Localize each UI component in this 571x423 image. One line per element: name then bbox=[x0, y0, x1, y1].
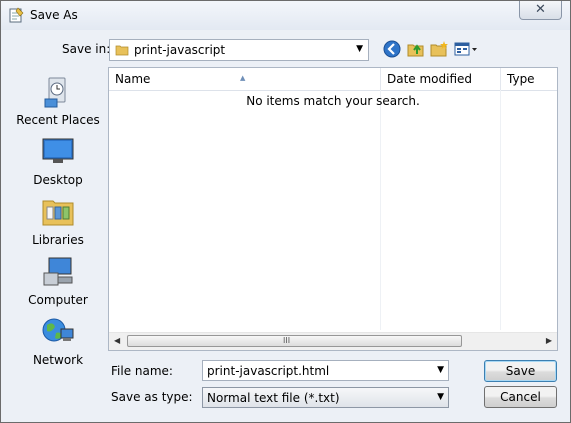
libraries-icon bbox=[42, 200, 74, 226]
scrollbar-thumb[interactable]: III bbox=[127, 335, 462, 347]
recent-places-icon bbox=[44, 77, 66, 108]
back-icon[interactable] bbox=[382, 39, 402, 59]
computer-icon bbox=[43, 257, 73, 286]
sort-ascending-icon: ▲ bbox=[240, 74, 246, 82]
save-button[interactable]: Save bbox=[484, 360, 557, 382]
chevron-down-icon: ▼ bbox=[437, 392, 444, 402]
empty-message: No items match your search. bbox=[246, 94, 420, 108]
place-network[interactable]: Network bbox=[7, 313, 109, 371]
title-bar[interactable]: Save As ✕ bbox=[1, 1, 570, 30]
file-name-label: File name: bbox=[111, 364, 173, 378]
places-bar: Recent Places Desktop Libraries Computer… bbox=[7, 67, 109, 367]
network-icon bbox=[42, 318, 74, 342]
column-header-name[interactable]: Name ▲ bbox=[109, 68, 381, 90]
column-header-date-modified[interactable]: Date modified bbox=[381, 68, 501, 90]
notepad-icon bbox=[9, 7, 24, 23]
scroll-right-icon[interactable]: ▶ bbox=[546, 336, 552, 345]
file-name-input[interactable]: print-javascript.html ▼ bbox=[202, 360, 449, 381]
views-menu-icon[interactable] bbox=[453, 39, 479, 59]
close-icon: ✕ bbox=[535, 2, 546, 17]
cancel-button[interactable]: Cancel bbox=[484, 386, 557, 408]
chevron-down-icon[interactable]: ▼ bbox=[437, 365, 444, 375]
chevron-down-icon: ▼ bbox=[356, 44, 363, 54]
folder-icon bbox=[115, 45, 129, 56]
save-as-type-label: Save as type: bbox=[111, 390, 193, 404]
horizontal-scrollbar[interactable]: ◀ III ▶ bbox=[109, 332, 557, 350]
place-libraries[interactable]: Libraries bbox=[7, 193, 109, 251]
scrollbar-grip: III bbox=[283, 336, 291, 345]
place-computer[interactable]: Computer bbox=[7, 253, 109, 311]
place-recent-places[interactable]: Recent Places bbox=[7, 73, 109, 131]
up-folder-icon[interactable] bbox=[406, 39, 426, 59]
column-header-type[interactable]: Type bbox=[501, 68, 557, 90]
save-as-type-value: Normal text file (*.txt) bbox=[207, 391, 340, 405]
scroll-left-icon[interactable]: ◀ bbox=[114, 336, 120, 345]
column-divider bbox=[500, 90, 501, 330]
window-title: Save As bbox=[30, 8, 78, 22]
file-list[interactable]: Name ▲ Date modified Type No items match… bbox=[108, 67, 558, 351]
save-in-dropdown[interactable]: print-javascript ▼ bbox=[109, 39, 369, 61]
place-label: Desktop bbox=[33, 173, 83, 187]
current-folder: print-javascript bbox=[134, 43, 226, 57]
place-desktop[interactable]: Desktop bbox=[7, 133, 109, 191]
place-label: Computer bbox=[28, 293, 88, 307]
column-divider bbox=[380, 90, 381, 330]
place-label: Network bbox=[32, 353, 84, 367]
new-folder-icon[interactable] bbox=[429, 39, 449, 59]
place-label: Libraries bbox=[32, 233, 84, 247]
save-in-label: Save in: bbox=[62, 42, 111, 56]
file-name-value: print-javascript.html bbox=[207, 364, 330, 378]
save-as-type-dropdown[interactable]: Normal text file (*.txt) ▼ bbox=[202, 387, 449, 408]
save-as-dialog: Save As ✕ Save in: print-javascript ▼ Re… bbox=[0, 0, 571, 423]
desktop-icon bbox=[42, 138, 74, 163]
close-button[interactable]: ✕ bbox=[519, 1, 562, 20]
column-header-row: Name ▲ Date modified Type bbox=[109, 68, 557, 91]
place-label: Recent Places bbox=[16, 113, 100, 127]
